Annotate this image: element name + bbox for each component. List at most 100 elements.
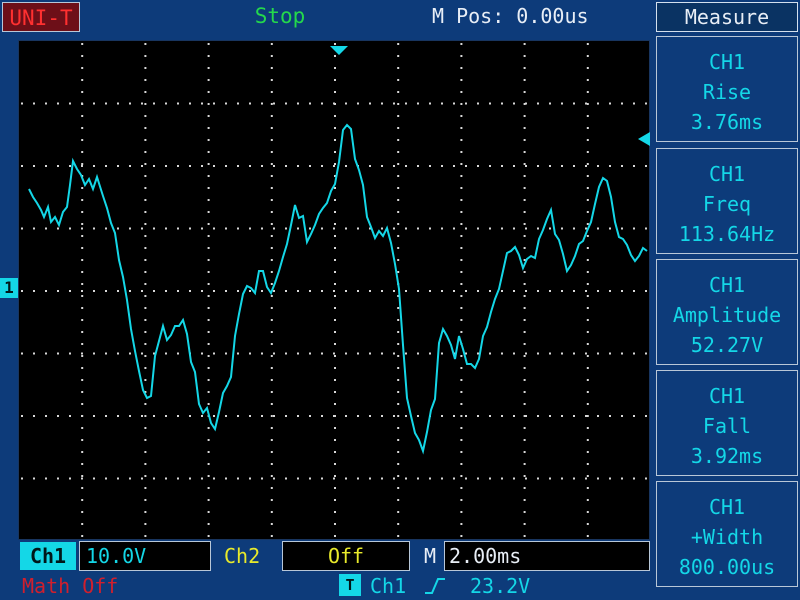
trigger-level: 23.2V <box>470 574 531 598</box>
ch2-status: Off <box>282 541 410 571</box>
grid-dot <box>270 79 273 81</box>
grid-dot <box>633 290 635 292</box>
grid-dot <box>270 211 273 213</box>
grid-dot <box>81 295 84 297</box>
grid-dot <box>285 227 287 230</box>
grid-dot <box>81 463 84 465</box>
grid-dot <box>81 187 84 189</box>
grid-dot <box>523 163 526 165</box>
grid-dot <box>249 102 251 105</box>
measure-rise: CH1 Rise 3.76ms <box>656 36 798 142</box>
grid-dot <box>144 451 147 453</box>
grid-dot <box>144 103 147 105</box>
grid-dot <box>207 331 210 333</box>
grid-dot <box>523 475 526 477</box>
grid-dot <box>105 477 107 480</box>
grid-dot <box>144 427 147 429</box>
grid-dot <box>405 477 407 480</box>
grid-dot <box>381 102 383 105</box>
grid-dot <box>285 477 287 480</box>
grid-dot <box>141 352 143 355</box>
grid-dot <box>249 415 251 417</box>
grid-dot <box>441 102 443 105</box>
grid-dot <box>297 290 299 292</box>
grid-dot <box>333 290 335 292</box>
grid-dot <box>586 319 589 321</box>
grid-dot <box>586 355 589 357</box>
grid-dot <box>207 79 210 81</box>
measure-name: +Width <box>690 525 764 549</box>
grid-dot <box>573 477 575 480</box>
grid-dot <box>81 319 84 321</box>
rising-edge-icon <box>424 577 446 595</box>
grid-dot <box>460 247 463 249</box>
grid-dot <box>270 487 273 489</box>
grid-dot <box>397 187 400 189</box>
grid-dot <box>117 352 119 355</box>
grid-dot <box>369 290 371 292</box>
grid-dot <box>207 187 210 189</box>
grid-dot <box>393 477 395 480</box>
grid-dot <box>549 165 551 167</box>
grid-dot <box>397 379 400 381</box>
grid-dot <box>460 151 463 153</box>
grid-dot <box>523 187 526 189</box>
grid-dot <box>45 165 47 167</box>
grid-dot <box>225 415 227 417</box>
grid-dot <box>153 477 155 480</box>
grid-dot <box>523 379 526 381</box>
grid-dot <box>585 165 587 167</box>
grid-dot <box>525 477 527 480</box>
measure-value: 52.27V <box>690 333 764 357</box>
grid-dot <box>405 227 407 230</box>
grid-dot <box>81 259 84 261</box>
grid-dot <box>460 79 463 81</box>
grid-dot <box>460 535 463 537</box>
grid-dot <box>237 102 239 105</box>
grid-dot <box>513 352 515 355</box>
grid-dot <box>81 127 84 129</box>
grid-dot <box>297 102 299 105</box>
grid-dot <box>207 475 210 477</box>
measure-menu-title[interactable]: Measure <box>656 2 798 32</box>
grid-dot <box>225 477 227 480</box>
grid-dot <box>513 290 515 292</box>
ch1-reference-marker[interactable]: 1 <box>0 278 18 298</box>
ch1-label[interactable]: Ch1 <box>20 542 76 570</box>
grid-dot <box>309 477 311 480</box>
grid-dot <box>207 151 210 153</box>
grid-dot <box>586 307 589 309</box>
grid-dot <box>523 139 526 141</box>
grid-dot <box>207 55 210 57</box>
grid-dot <box>144 331 147 333</box>
grid-dot <box>207 463 210 465</box>
grid-dot <box>225 102 227 105</box>
grid-dot <box>57 165 59 167</box>
grid-dot <box>465 227 467 230</box>
grid-dot <box>57 102 59 105</box>
grid-dot <box>453 477 455 480</box>
grid-dot <box>189 477 191 480</box>
grid-dot <box>144 271 147 273</box>
grid-dot <box>397 499 400 501</box>
grid-dot <box>81 165 83 167</box>
grid-dot <box>334 523 336 525</box>
grid-dot <box>57 477 59 480</box>
grid-dot <box>585 290 587 292</box>
horizontal-position: M Pos: 0.00us <box>432 4 589 28</box>
grid-dot <box>144 91 147 93</box>
grid-dot <box>523 463 526 465</box>
acquisition-status: Stop <box>254 4 306 28</box>
grid-dot <box>453 165 455 167</box>
grid-dot <box>285 290 287 292</box>
grid-dot <box>270 235 273 237</box>
grid-dot <box>270 415 273 417</box>
grid-dot <box>321 227 323 230</box>
grid-dot <box>207 43 210 45</box>
grid-dot <box>397 451 400 453</box>
grid-dot <box>561 477 563 480</box>
grid-dot <box>523 283 526 285</box>
ch2-label[interactable]: Ch2 <box>224 542 272 570</box>
grid-dot <box>586 295 589 297</box>
grid-dot <box>633 165 635 167</box>
